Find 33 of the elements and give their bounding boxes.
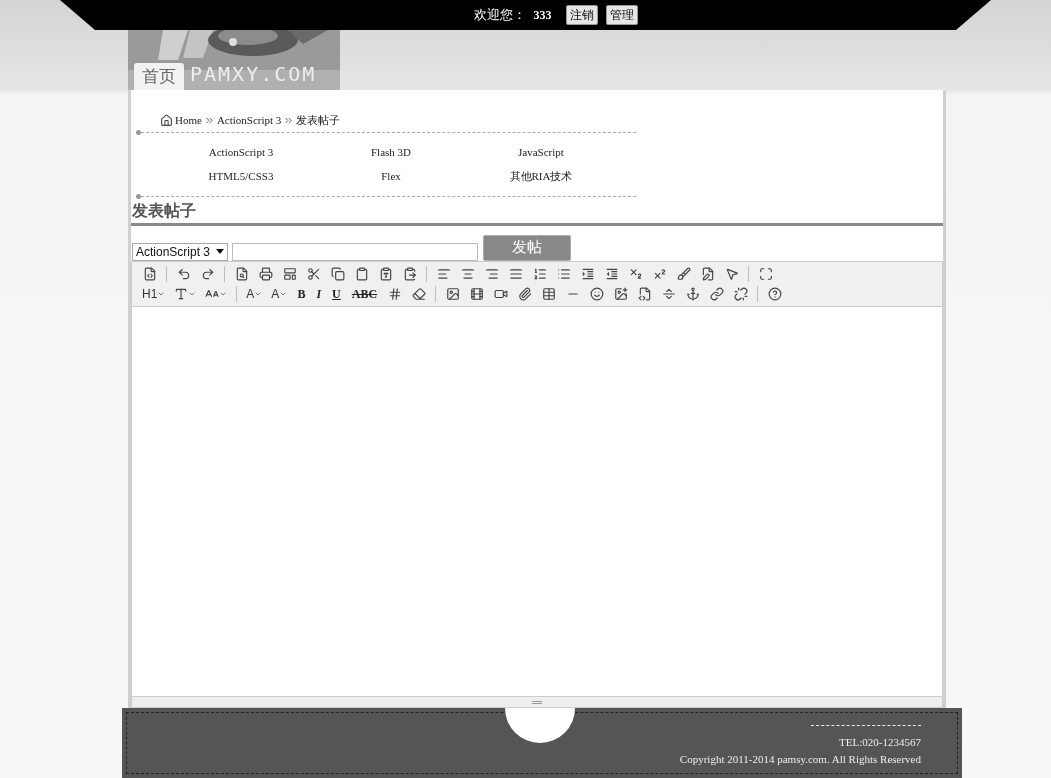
category-link[interactable]: Flash 3D	[371, 143, 411, 160]
header-button[interactable]: 管理	[605, 5, 638, 25]
format-button[interactable]: U	[329, 284, 344, 303]
format-dropdown[interactable]: H1	[140, 284, 168, 303]
unlink-icon[interactable]	[731, 284, 751, 303]
header-button[interactable]: 注销	[565, 5, 598, 25]
welcome-text: 欢迎您：	[473, 6, 526, 25]
category-link[interactable]: Flex	[381, 168, 401, 185]
username: 333	[533, 7, 552, 24]
breadcrumb-link[interactable]: ActionScript 3	[216, 112, 282, 129]
footer-phone: TEL:020-1234567	[839, 735, 921, 750]
format-dropdown[interactable]: A	[244, 284, 265, 303]
format-button[interactable]: B	[294, 284, 309, 303]
home-tab[interactable]: 首页	[134, 63, 184, 90]
category-link[interactable]: ActionScript 3	[208, 143, 274, 160]
format-button[interactable]: ABC	[348, 284, 381, 303]
category-link[interactable]: HTML5/CSS3	[208, 168, 274, 185]
footer-copyright: Copyright 2011-2014 pamsy.com. All Rights Reserved	[679, 751, 921, 767]
home-icon	[160, 113, 173, 127]
page-title: 发表帖子	[132, 201, 196, 219]
link-icon[interactable]	[707, 284, 727, 303]
submit-button[interactable]: 发帖	[483, 234, 571, 261]
category-link[interactable]: JavaScript	[518, 143, 564, 160]
category-select[interactable]: ActionScript 3	[132, 242, 228, 261]
logo-text: PAMXY.COM	[190, 61, 317, 88]
title-input[interactable]	[232, 242, 478, 261]
breadcrumb-link[interactable]: Home	[175, 112, 202, 129]
breadcrumb-link[interactable]: 发表帖子	[296, 112, 341, 129]
format-dropdown[interactable]: A	[269, 284, 290, 303]
category-link[interactable]: 其他RIA技术	[509, 168, 573, 185]
font-icon	[174, 286, 189, 301]
format-button[interactable]: I	[313, 284, 325, 303]
caret-icon	[216, 249, 224, 254]
